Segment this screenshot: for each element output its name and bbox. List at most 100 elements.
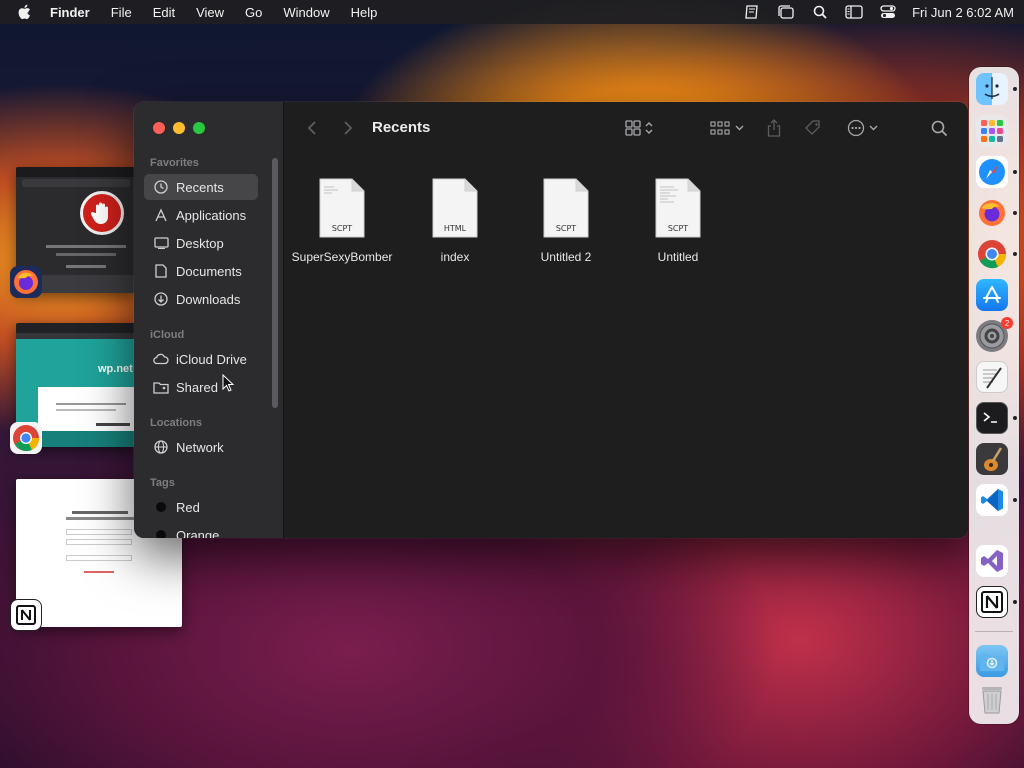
script-menu-icon[interactable] [742,4,762,20]
sidebar-item-documents[interactable]: Documents [144,258,258,284]
clock-icon [153,179,169,195]
tag-button[interactable] [802,116,824,140]
menu-app-finder[interactable]: Finder [50,5,90,20]
sidebar-item-shared[interactable]: Shared [144,374,258,400]
view-mode-button[interactable] [620,116,658,140]
notion-app-badge-icon [10,599,42,631]
document-icon [153,263,169,279]
siri-sidebar-icon[interactable] [844,4,864,20]
notion-icon[interactable] [976,586,1008,618]
menu-window[interactable]: Window [283,5,329,20]
sidebar-item-label: Shared [176,379,218,395]
chrome-app-badge-icon [10,422,42,454]
sidebar-item-label: Orange [176,527,220,539]
sidebar-header-tags: Tags [150,477,175,489]
html-document-icon: HTML [432,178,478,238]
search-button[interactable] [928,116,950,140]
sidebar-item-tag-red[interactable]: Red [144,494,258,520]
apple-menu-icon[interactable] [10,4,38,20]
sidebar-header-locations: Locations [150,417,202,429]
vscode-icon[interactable] [976,484,1008,516]
sidebar-item-recents[interactable]: Recents [144,174,258,200]
more-actions-button[interactable] [844,116,880,140]
cloud-icon [153,351,169,367]
sidebar-item-label: Red [176,499,200,515]
forward-button[interactable] [340,116,356,140]
sidebar-item-label: Recents [176,179,224,195]
window-controls [153,122,213,134]
menu-go[interactable]: Go [245,5,262,20]
garageband-icon[interactable] [976,443,1008,475]
menu-file[interactable]: File [111,5,132,20]
share-icon [767,119,781,137]
file-name: SuperSexyBomber [291,250,393,264]
share-button[interactable] [764,116,784,140]
textedit-icon[interactable] [976,361,1008,393]
firefox-icon[interactable] [976,197,1008,229]
chevron-down-icon [869,125,878,131]
desktop-icon [153,235,169,251]
finder-window: Favorites Recents Applications Desktop D… [134,102,968,538]
applications-icon [153,207,169,223]
chrome-icon[interactable] [976,238,1008,270]
terminal-icon[interactable] [976,402,1008,434]
launchpad-icon[interactable] [976,115,1008,147]
spotlight-search-icon[interactable] [810,4,830,20]
control-center-icon[interactable] [878,4,898,20]
finder-sidebar: Favorites Recents Applications Desktop D… [134,102,284,538]
file-type-label: HTML [443,224,467,233]
menubar-clock[interactable]: Fri Jun 2 6:02 AM [912,5,1014,20]
file-item[interactable]: SCPT Untitled 2 [511,178,621,265]
sidebar-item-label: Applications [176,207,247,223]
sidebar-item-tag-orange[interactable]: Orange [144,522,258,538]
file-item[interactable]: HTML index [400,178,510,265]
tag-dot-icon [153,499,169,515]
finder-icon[interactable] [976,73,1008,105]
trash-icon[interactable] [976,684,1008,716]
menu-view[interactable]: View [196,5,224,20]
menu-help[interactable]: Help [351,5,378,20]
app-store-icon[interactable] [976,279,1008,311]
group-by-button[interactable] [708,116,746,140]
file-type-label: SCPT [555,224,577,233]
group-grid-icon [710,121,730,135]
downloads-folder-icon[interactable] [976,645,1008,677]
sidebar-scrollbar[interactable] [272,158,278,408]
file-name: index [440,250,470,264]
file-item[interactable]: SCPT Untitled [623,178,733,265]
file-type-label: SCPT [667,224,689,233]
safari-icon[interactable] [976,156,1008,188]
sidebar-item-icloud-drive[interactable]: iCloud Drive [144,346,258,372]
chevron-down-icon [735,125,744,131]
close-button[interactable] [153,122,165,134]
firefox-app-badge-icon [10,266,42,298]
minimize-button[interactable] [173,122,185,134]
globe-icon [153,439,169,455]
dock: 2 [969,67,1019,724]
download-icon [153,291,169,307]
file-type-label: SCPT [331,224,353,233]
menu-edit[interactable]: Edit [153,5,175,20]
sidebar-item-downloads[interactable]: Downloads [144,286,258,312]
sidebar-item-network[interactable]: Network [144,434,258,460]
file-item[interactable]: SCPT SuperSexyBomber [287,178,397,265]
notification-badge: 2 [1001,317,1013,329]
thumb2-heading: wp.net [98,363,133,375]
sidebar-item-applications[interactable]: Applications [144,202,258,228]
file-name: Untitled [657,250,699,264]
ellipsis-circle-icon [847,119,865,137]
sidebar-item-desktop[interactable]: Desktop [144,230,258,256]
window-title: Recents [372,119,431,136]
finder-content: Recents SCPT SuperSexyBomber HTML index … [284,102,968,538]
stage-manager-icon[interactable] [776,4,796,20]
search-icon [931,120,948,137]
sidebar-item-label: Documents [176,263,242,279]
sidebar-item-label: Network [176,439,224,455]
stop-hand-icon [80,191,124,235]
updown-chevron-icon [645,121,653,135]
zoom-button[interactable] [193,122,205,134]
visual-studio-icon[interactable] [976,545,1008,577]
back-button[interactable] [304,116,320,140]
sidebar-item-label: Downloads [176,291,241,307]
dock-separator [975,631,1013,632]
